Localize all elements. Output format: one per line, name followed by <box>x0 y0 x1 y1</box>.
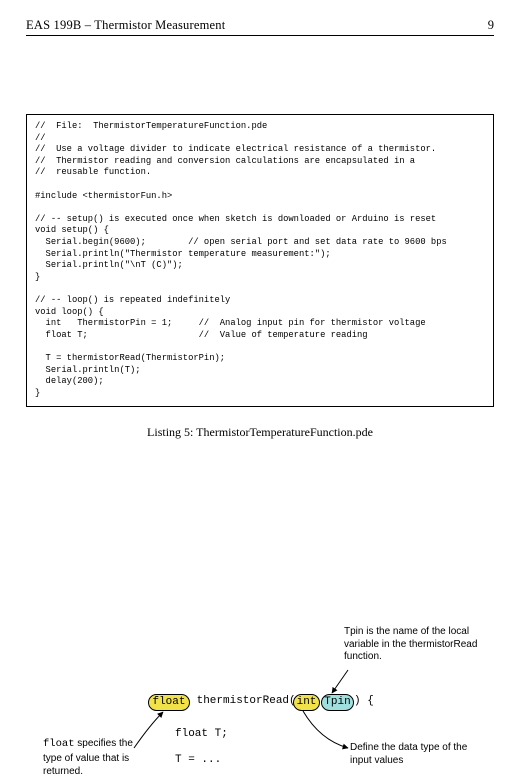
note-tpin: Tpin is the name of the local variable i… <box>344 626 484 664</box>
sig-mid: thermistorRead( <box>190 695 296 707</box>
note-define-type: Define the data type of the input values <box>350 742 480 767</box>
bubble-tpin: Tpin <box>321 694 354 711</box>
listing-caption: Listing 5: ThermistorTemperatureFunction… <box>26 425 494 440</box>
page-number: 9 <box>488 18 494 33</box>
bubble-float: float <box>148 694 190 711</box>
sig-close: ) { <box>354 695 374 707</box>
note-float-code: float <box>43 738 75 750</box>
bubble-int: int <box>293 694 320 711</box>
page-header: EAS 199B – Thermistor Measurement 9 <box>26 18 494 33</box>
note-float-specifies: float specifies the type of value that i… <box>43 737 148 777</box>
function-anatomy-diagram: Tpin is the name of the local variable i… <box>0 620 520 777</box>
header-title: EAS 199B – Thermistor Measurement <box>26 18 225 33</box>
body-line-2: T = ... <box>175 754 221 766</box>
body-line-1: float T; <box>175 728 228 740</box>
header-rule <box>26 35 494 36</box>
code-listing: // File: ThermistorTemperatureFunction.p… <box>26 114 494 407</box>
